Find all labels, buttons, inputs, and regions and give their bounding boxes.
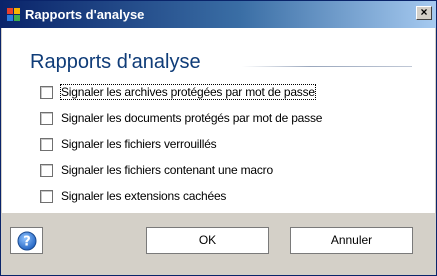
option-label: Signaler les documents protégés par mot … [61,111,323,125]
page-title: Rapports d'analyse [30,51,201,73]
option-label: Signaler les extensions cachées [61,189,227,203]
heading-divider [242,66,412,67]
checkbox[interactable] [40,137,53,151]
option-archives[interactable]: Signaler les archives protégées par mot … [40,84,316,100]
ok-button[interactable]: OK [146,227,269,254]
option-locked-files[interactable]: Signaler les fichiers verrouillés [40,136,217,152]
app-icon [7,8,20,21]
close-button[interactable]: × [416,6,432,20]
option-label: Signaler les fichiers contenant une macr… [61,163,273,177]
checkbox[interactable] [40,163,53,177]
option-macro-files[interactable]: Signaler les fichiers contenant une macr… [40,162,273,178]
option-label: Signaler les fichiers verrouillés [61,137,217,151]
option-label: Signaler les archives protégées par mot … [60,84,316,100]
window-title: Rapports d'analyse [25,7,145,22]
cancel-button[interactable]: Annuler [290,227,413,254]
option-hidden-extensions[interactable]: Signaler les extensions cachées [40,188,226,204]
checkbox[interactable] [40,85,53,99]
checkbox[interactable] [40,111,53,125]
help-button[interactable]: ? [10,227,43,254]
title-bar[interactable]: Rapports d'analyse × [1,1,436,28]
option-documents[interactable]: Signaler les documents protégés par mot … [40,110,322,126]
svg-text:?: ? [23,234,31,249]
checkbox[interactable] [40,189,53,203]
help-icon: ? [17,231,36,250]
dialog-window: Rapports d'analyse × Rapports d'analyse … [0,0,437,276]
button-bar: ? OK Annuler [2,213,435,275]
